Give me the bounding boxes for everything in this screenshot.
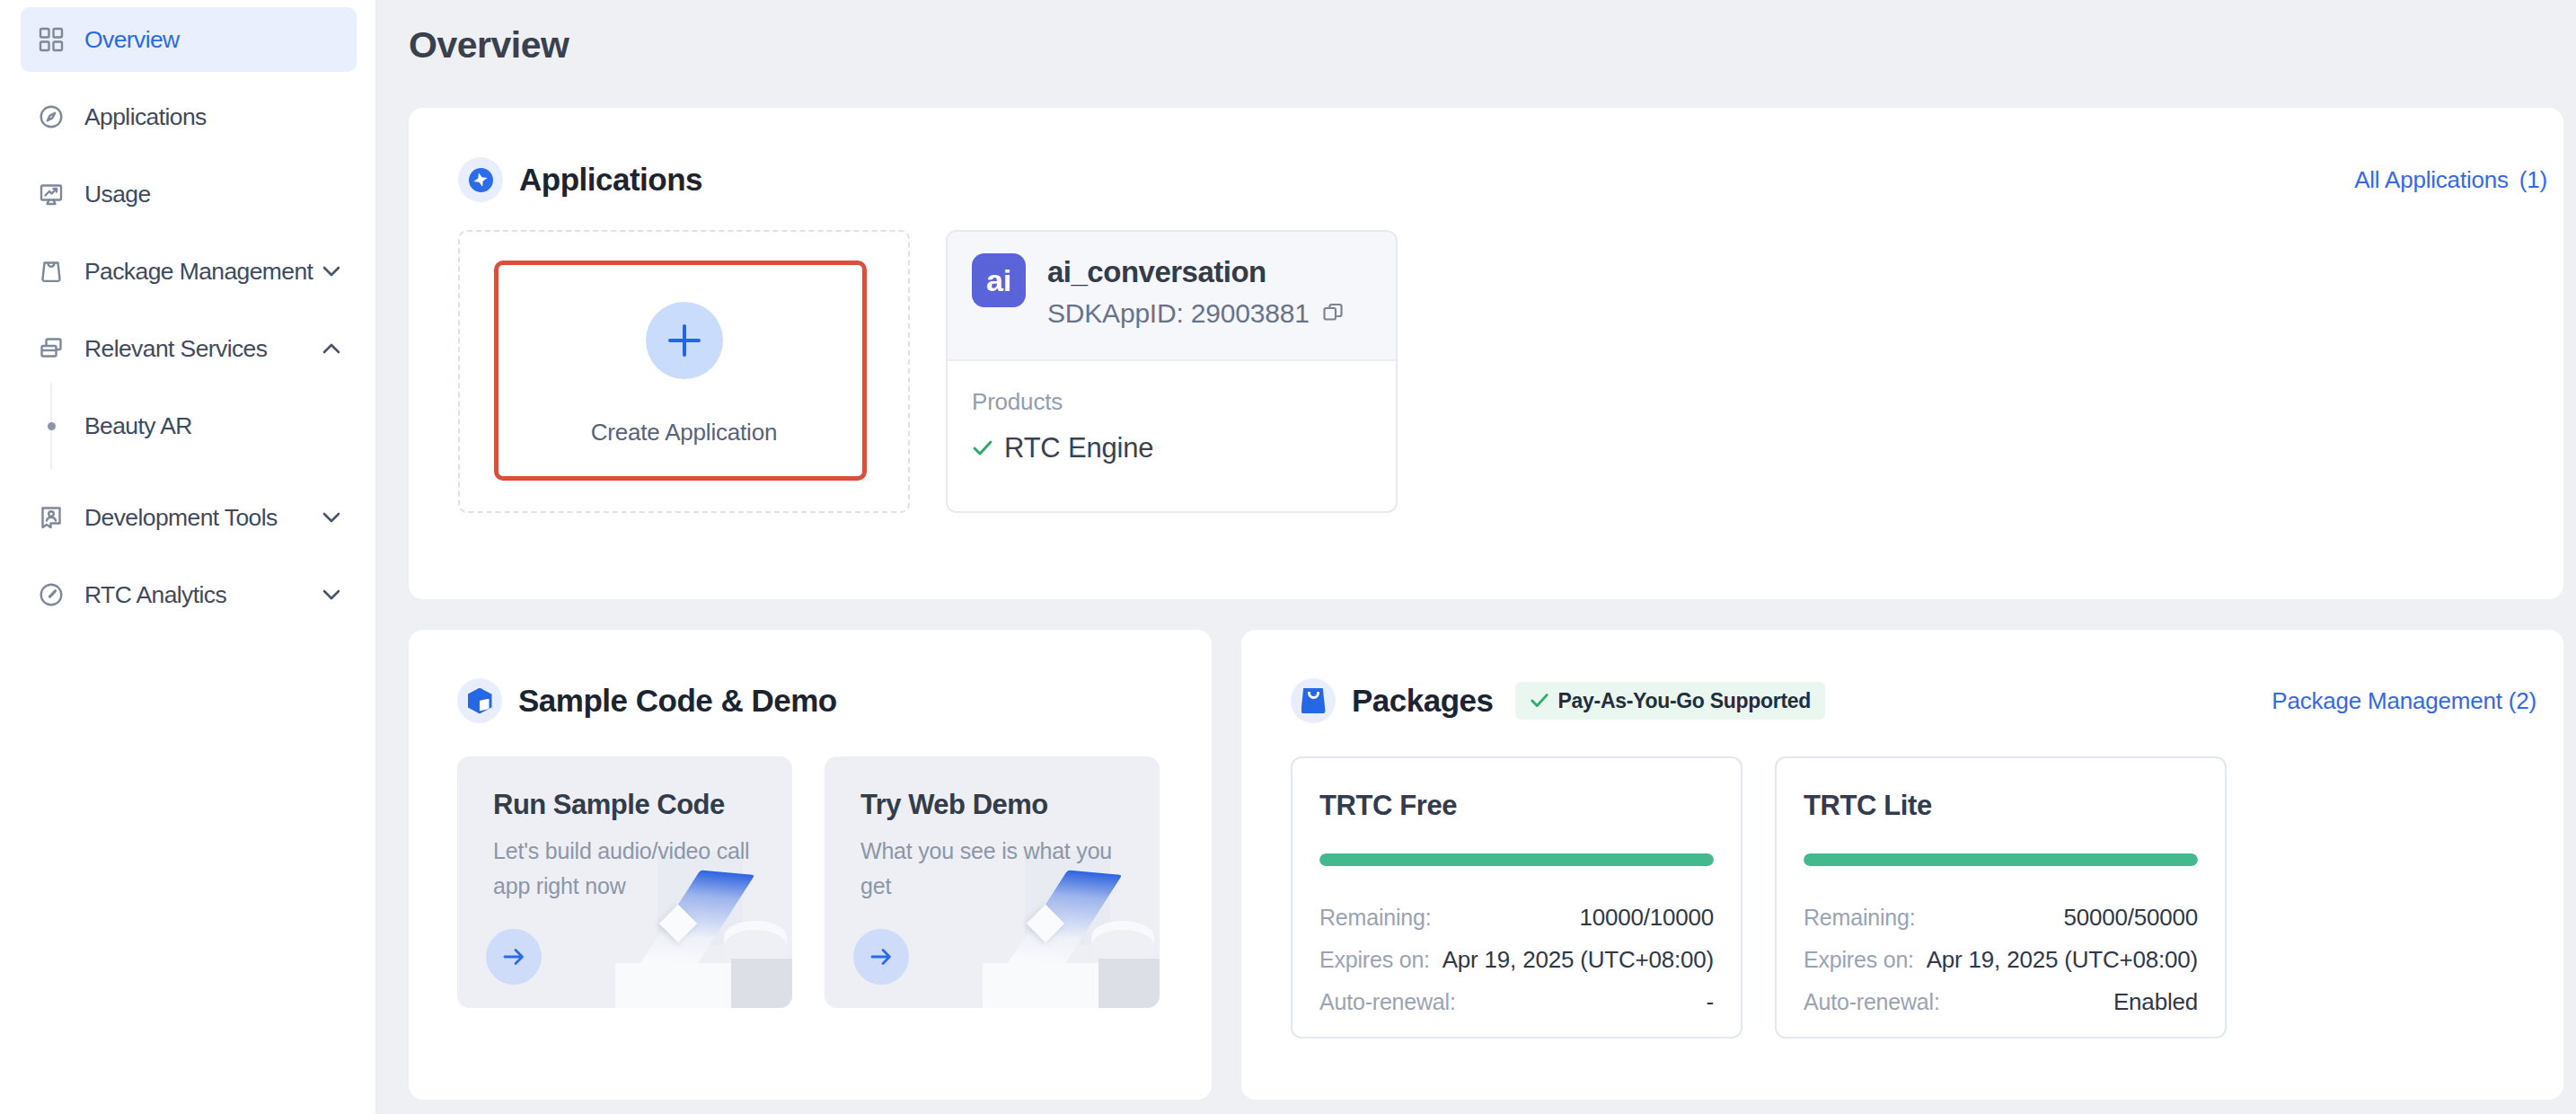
tile-title: Try Web Demo [860,789,1160,821]
sample-code-card: Sample Code & Demo Run Sample Code Let's… [409,630,1212,1100]
sample-section-icon [457,678,502,723]
create-application-label: Create Application [460,419,908,446]
gauge-icon [38,581,65,608]
arrow-right-icon[interactable] [853,929,909,985]
id-badge-icon [38,504,65,531]
chevron-down-icon [322,589,340,600]
plus-icon [646,302,723,379]
sidebar-item-package-management[interactable]: Package Management [21,239,357,304]
sidebar-item-label: Applications [84,103,207,131]
applications-section-icon [458,157,503,202]
auto-renewal-value: Enabled [2113,988,2198,1016]
sidebar-item-development-tools[interactable]: Development Tools [21,485,357,550]
packages-section-title: Packages [1352,683,1494,719]
tile-description: What you see is what you get [860,834,1148,904]
chevron-down-icon [322,512,340,523]
compass-icon [38,103,65,130]
chevron-down-icon [322,266,340,277]
usage-chart-icon [38,181,65,208]
app-avatar: ai [972,253,1026,307]
application-card[interactable]: ai ai_conversation SDKAppID: 29003881 Pr… [946,230,1398,513]
auto-renewal-value: - [1707,988,1714,1016]
package-progress-track [1804,853,2198,866]
check-icon [972,438,993,458]
remaining-label: Remaining: [1804,905,1915,931]
main-content: Overview Applications All Applications(1… [377,0,2576,1114]
expires-label: Expires on: [1319,947,1430,973]
try-web-demo-tile[interactable]: Try Web Demo What you see is what you ge… [825,756,1160,1008]
sidebar-item-label: Overview [84,26,180,54]
chevron-up-icon [322,343,340,354]
sidebar-item-usage[interactable]: Usage [21,162,357,226]
sidebar: Overview Applications Usage Package Mana… [0,0,377,1114]
sidebar-item-relevant-services[interactable]: Relevant Services [21,316,357,381]
auto-renewal-label: Auto-renewal: [1319,989,1456,1015]
sdkappid: SDKAppID: 29003881 [1047,298,1310,329]
package-progress-track [1319,853,1714,866]
grid-icon [38,26,65,53]
payg-badge: Pay-As-You-Go Supported [1515,682,1825,720]
sidebar-item-label: Beauty AR [84,412,192,440]
product-name: RTC Engine [1004,432,1153,464]
expires-label: Expires on: [1804,947,1914,973]
run-sample-code-tile[interactable]: Run Sample Code Let's build audio/video … [457,756,792,1008]
expires-value: Apr 19, 2025 (UTC+08:00) [1927,946,2198,974]
package-management-link[interactable]: Package Management (2) [2272,687,2536,715]
products-label: Products [972,388,1371,416]
copy-icon[interactable] [1320,301,1345,326]
layers-icon [38,335,65,362]
auto-renewal-label: Auto-renewal: [1804,989,1940,1015]
page-title: Overview [409,24,2563,66]
remaining-value: 50000/50000 [2063,904,2198,932]
applications-card: Applications All Applications(1) Create … [409,108,2563,599]
sample-section-title: Sample Code & Demo [518,683,837,719]
all-applications-link[interactable]: All Applications(1) [2354,166,2547,194]
applications-section-title: Applications [519,162,702,198]
sidebar-item-label: Package Management [84,258,313,286]
package-progress-bar [1804,853,2198,866]
expires-value: Apr 19, 2025 (UTC+08:00) [1442,946,1714,974]
sidebar-item-label: RTC Analytics [84,581,226,609]
sidebar-item-overview[interactable]: Overview [21,7,357,72]
remaining-value: 10000/10000 [1579,904,1714,932]
sidebar-item-label: Usage [84,181,151,208]
tile-description: Let's build audio/video call app right n… [493,834,781,904]
sidebar-item-applications[interactable]: Applications [21,84,357,149]
bag-icon [38,258,65,285]
package-card-trtc-lite[interactable]: TRTC Lite Remaining: 50000/50000 Expires … [1775,756,2227,1039]
sidebar-item-beauty-ar[interactable]: Beauty AR [21,393,357,458]
create-application-tile[interactable]: Create Application [458,230,910,513]
remaining-label: Remaining: [1319,905,1431,931]
app-name: ai_conversation [1047,255,1345,289]
sidebar-item-label: Development Tools [84,504,278,532]
sidebar-item-label: Relevant Services [84,335,267,363]
arrow-right-icon[interactable] [486,929,542,985]
packages-section-icon [1291,678,1336,723]
check-icon [1530,692,1549,710]
tile-title: Run Sample Code [493,789,792,821]
sidebar-item-rtc-analytics[interactable]: RTC Analytics [21,562,357,627]
package-progress-bar [1319,853,1714,866]
package-name: TRTC Free [1319,790,1714,822]
package-card-trtc-free[interactable]: TRTC Free Remaining: 10000/10000 Expires … [1291,756,1742,1039]
packages-card: Packages Pay-As-You-Go Supported Package… [1241,630,2563,1100]
package-name: TRTC Lite [1804,790,2198,822]
